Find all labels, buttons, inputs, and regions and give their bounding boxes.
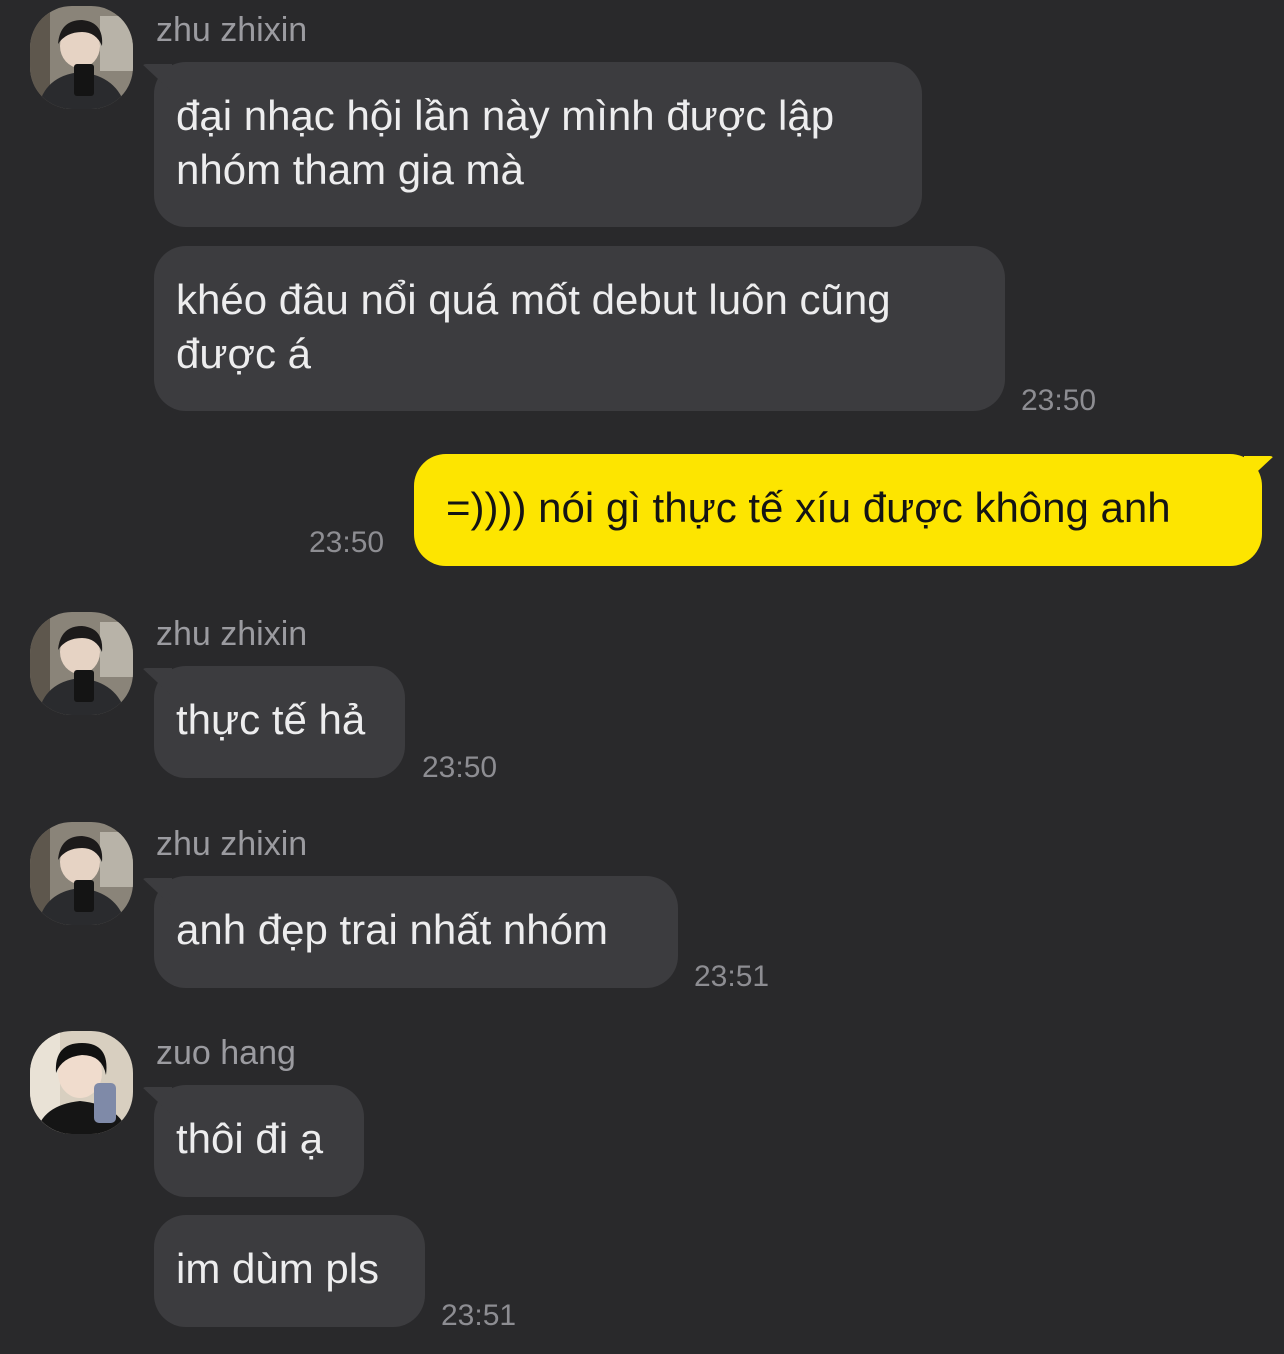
- message-text-line: được á: [176, 330, 312, 377]
- sender-name: zhu zhixin: [156, 11, 308, 49]
- message-text-line: nhóm tham gia mà: [176, 146, 524, 193]
- message-bubble[interactable]: thực tế hả: [154, 666, 405, 778]
- avatar-zuo-hang[interactable]: [30, 1031, 133, 1134]
- sender-name: zuo hang: [156, 1034, 296, 1072]
- message-text: anh đẹp trai nhất nhóm: [176, 906, 608, 953]
- sender-name: zhu zhixin: [156, 825, 308, 863]
- message-bubble[interactable]: thôi đi ạ: [154, 1085, 364, 1197]
- message-text: thực tế hả: [176, 696, 366, 743]
- message-bubble[interactable]: khéo đâu nổi quá mốt debut luôn cũng đượ…: [154, 246, 1005, 411]
- message-bubble[interactable]: đại nhạc hội lần này mình được lập nhóm …: [154, 62, 922, 227]
- message-bubble-outgoing[interactable]: =)))) nói gì thực tế xíu được không anh: [414, 454, 1262, 566]
- message-timestamp: 23:50: [309, 526, 385, 559]
- avatar-zhu-zhixin[interactable]: [30, 6, 133, 109]
- message-bubble[interactable]: anh đẹp trai nhất nhóm: [154, 876, 678, 988]
- message-text-line: đại nhạc hội lần này mình được lập: [176, 92, 835, 139]
- message-text: im dùm pls: [176, 1245, 380, 1292]
- message-timestamp: 23:51: [694, 960, 770, 993]
- message-text: thôi đi ạ: [176, 1115, 324, 1162]
- sender-name: zhu zhixin: [156, 615, 308, 653]
- message-timestamp: 23:50: [422, 751, 498, 784]
- message-bubble[interactable]: im dùm pls: [154, 1215, 425, 1327]
- message-timestamp: 23:50: [1021, 384, 1097, 417]
- avatar-zhu-zhixin[interactable]: [30, 612, 133, 715]
- avatar-zhu-zhixin[interactable]: [30, 822, 133, 925]
- message-text: =)))) nói gì thực tế xíu được không anh: [446, 484, 1171, 531]
- message-timestamp: 23:51: [441, 1299, 517, 1332]
- message-text-line: khéo đâu nổi quá mốt debut luôn cũng: [176, 276, 891, 323]
